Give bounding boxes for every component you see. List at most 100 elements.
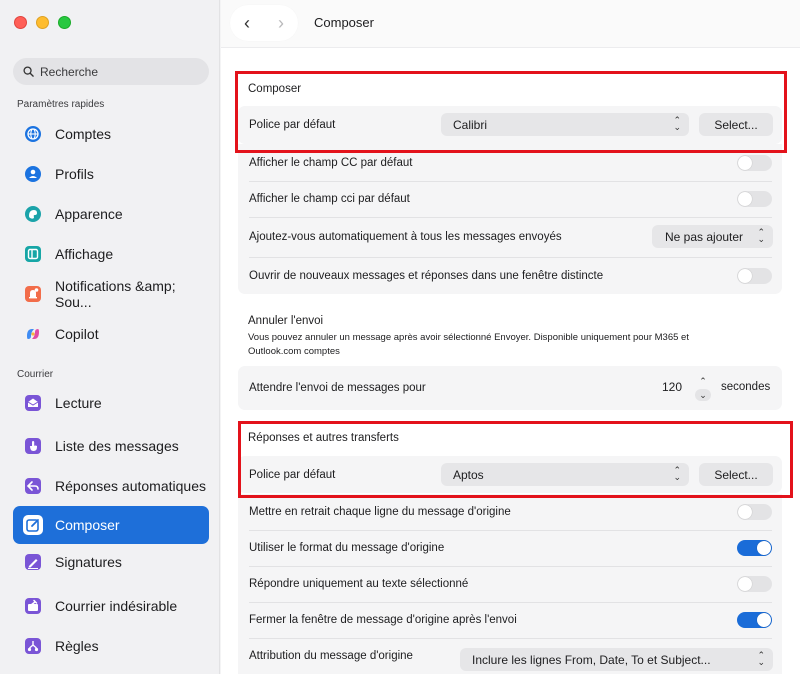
section-heading-replies: Réponses et autres transferts	[248, 432, 399, 444]
attribution-select[interactable]: Inclure les lignes From, Date, To et Sub…	[460, 648, 773, 671]
setting-label: Police par défaut	[249, 119, 336, 131]
sidebar-item-label: Signatures	[55, 554, 122, 570]
sidebar-item-label: Copilot	[55, 326, 99, 342]
sidebar-item-label: Réponses automatiques	[55, 478, 206, 494]
sidebar-item-comptes[interactable]: Comptes	[13, 115, 209, 153]
sidebar-item-message-list[interactable]: Liste des messages	[13, 427, 209, 465]
sidebar-item-label: Comptes	[55, 126, 112, 142]
setting-row-bcc: Afficher le champ cci par défaut	[238, 181, 782, 217]
setting-label: Attribution du message d'origine	[249, 650, 413, 662]
sidebar-item-label: Notifications &amp; Sou...	[55, 278, 176, 310]
sidebar-item-label: Courrier indésirable	[55, 598, 178, 614]
add-self-select[interactable]: Ne pas ajouter ⌃ ⌄	[652, 225, 773, 248]
indent-toggle[interactable]	[737, 504, 772, 520]
reply-selected-toggle[interactable]	[737, 576, 772, 592]
sidebar-item-profils[interactable]: Profils	[13, 155, 209, 193]
sidebar-item-affichage[interactable]: Affichage	[13, 235, 209, 273]
sidebar-item-rules[interactable]: Règles	[13, 627, 209, 665]
sidebar-item-label: Affichage	[55, 246, 114, 262]
sidebar-item-signatures[interactable]: Signatures	[13, 543, 209, 581]
section-heading-composer: Composer	[248, 83, 302, 95]
setting-label: Répondre uniquement au texte sélectionné	[249, 578, 469, 590]
minimize-window-button[interactable]	[36, 16, 49, 29]
reply-icon	[23, 476, 43, 496]
sidebar-item-apparence[interactable]: Apparence	[13, 195, 209, 233]
sidebar-item-auto-replies[interactable]: Réponses automatiques	[13, 467, 209, 505]
close-original-toggle[interactable]	[737, 612, 772, 628]
undo-delay-unit: secondes	[721, 381, 771, 393]
stepper-down-icon[interactable]: ⌄	[695, 389, 711, 401]
close-window-button[interactable]	[14, 16, 27, 29]
setting-row-indent: Mettre en retrait chaque ligne du messag…	[238, 494, 782, 530]
chevron-updown-icon: ⌃ ⌄	[673, 465, 681, 482]
back-arrow-icon[interactable]: ‹	[237, 13, 257, 34]
original-format-toggle[interactable]	[737, 540, 772, 556]
setting-row-original-format: Utiliser le format du message d'origine	[238, 530, 782, 566]
undo-send-description: Vous pouvez annuler un message après avo…	[248, 332, 689, 357]
undo-delay-stepper[interactable]: ⌃ ⌄	[695, 375, 711, 401]
select-font-button[interactable]: Select...	[699, 113, 773, 136]
sidebar-item-label: Règles	[55, 638, 99, 654]
sidebar-item-lecture[interactable]: Lecture	[13, 384, 209, 422]
setting-row-reply-selected: Répondre uniquement au texte sélectionné	[238, 566, 782, 602]
junk-icon	[23, 596, 43, 616]
navigation-buttons: ‹ ›	[230, 5, 298, 41]
person-icon	[23, 164, 43, 184]
compose-icon	[23, 515, 43, 535]
undo-delay-value[interactable]: 120	[662, 380, 682, 394]
touch-icon	[23, 436, 43, 456]
setting-label: Mettre en retrait chaque ligne du messag…	[249, 506, 511, 518]
separate-window-toggle[interactable]	[737, 267, 772, 284]
sidebar-item-composer[interactable]: Composer	[13, 506, 209, 544]
main-panel: ‹ › Composer Composer Police par défaut …	[221, 0, 800, 674]
compose-font-card: Police par défaut Calibri ⌃ ⌄ Select...	[238, 106, 782, 144]
setting-label: Attendre l'envoi de messages pour	[249, 382, 426, 394]
replies-options-card: Mettre en retrait chaque ligne du messag…	[238, 494, 782, 674]
select-reply-font-button[interactable]: Select...	[699, 463, 773, 486]
copilot-icon	[23, 324, 43, 344]
bcc-toggle[interactable]	[737, 191, 772, 207]
bell-icon	[23, 284, 43, 304]
window-controls	[14, 16, 71, 29]
setting-label: Utiliser le format du message d'origine	[249, 542, 445, 554]
search-box[interactable]	[13, 58, 209, 85]
rules-icon	[23, 636, 43, 656]
compose-options-card: Afficher le champ CC par défaut Afficher…	[238, 144, 782, 294]
setting-label: Ouvrir de nouveaux messages et réponses …	[249, 269, 604, 282]
globe-icon	[23, 124, 43, 144]
sidebar-item-label: Composer	[55, 517, 120, 533]
setting-label: Fermer la fenêtre de message d'origine a…	[249, 614, 517, 626]
undo-send-card: Attendre l'envoi de messages pour 120 ⌃ …	[238, 366, 782, 410]
chevron-updown-icon: ⌃ ⌄	[757, 227, 765, 244]
sidebar-item-copilot[interactable]: Copilot	[13, 315, 209, 353]
setting-row-cc: Afficher le champ CC par défaut	[238, 144, 782, 181]
stepper-up-icon[interactable]: ⌃	[695, 375, 711, 387]
signature-icon	[23, 552, 43, 572]
font-select[interactable]: Calibri ⌃ ⌄	[441, 113, 689, 136]
envelope-open-icon	[23, 393, 43, 413]
palette-icon	[23, 204, 43, 224]
sidebar: Paramètres rapides Comptes Profils Appar…	[0, 0, 220, 674]
reply-font-select[interactable]: Aptos ⌃ ⌄	[441, 463, 689, 486]
sidebar-item-label: Profils	[55, 166, 94, 182]
search-input[interactable]	[40, 64, 200, 79]
setting-label: Afficher le champ CC par défaut	[249, 156, 413, 169]
page-title: Composer	[314, 15, 374, 30]
section-label-mail: Courrier	[17, 369, 54, 380]
section-label-quick-settings: Paramètres rapides	[17, 99, 105, 110]
setting-label: Ajoutez-vous automatiquement à tous les …	[249, 231, 562, 243]
setting-label: Afficher le champ cci par défaut	[249, 193, 410, 205]
cc-toggle[interactable]	[737, 154, 772, 171]
sidebar-item-label: Lecture	[55, 395, 102, 411]
forward-arrow-icon[interactable]: ›	[271, 13, 291, 34]
setting-row-close-original: Fermer la fenêtre de message d'origine a…	[238, 602, 782, 638]
replies-font-card: Police par défaut Aptos ⌃ ⌄ Select...	[238, 456, 782, 493]
zoom-window-button[interactable]	[58, 16, 71, 29]
setting-label: Police par défaut	[249, 468, 336, 481]
chevron-updown-icon: ⌃ ⌄	[673, 115, 681, 132]
setting-row-separate-window: Ouvrir de nouveaux messages et réponses …	[238, 257, 782, 294]
layout-icon	[23, 244, 43, 264]
sidebar-item-junk[interactable]: Courrier indésirable	[13, 587, 209, 625]
search-icon	[23, 66, 34, 77]
sidebar-item-notifications[interactable]: Notifications &amp; Sou...	[13, 275, 209, 313]
